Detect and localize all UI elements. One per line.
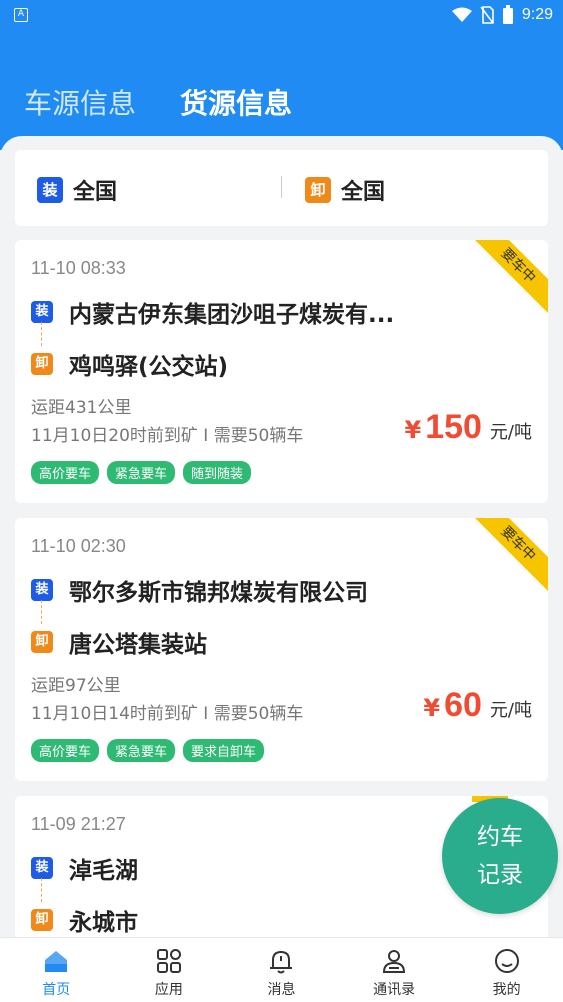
price: ¥ 150 元/吨 bbox=[404, 408, 532, 447]
tag: 高价要车 bbox=[31, 739, 100, 762]
app-notification-icon: A bbox=[14, 8, 28, 22]
tag: 随到随装 bbox=[183, 461, 252, 484]
cargo-card[interactable]: 要车中 11-10 08:33 装 内蒙古伊东集团沙咀子煤炭有... 卸 鸡鸣驿… bbox=[15, 240, 548, 503]
from-place: 内蒙古伊东集团沙咀子煤炭有... bbox=[69, 302, 395, 328]
price-unit: 元/吨 bbox=[489, 422, 532, 443]
nav-label: 应用 bbox=[154, 982, 183, 998]
tag: 紧急要车 bbox=[107, 739, 176, 762]
from-place: 鄂尔多斯市锦邦煤炭有限公司 bbox=[69, 580, 368, 606]
load-badge: 装 bbox=[31, 579, 53, 601]
apps-icon bbox=[156, 949, 181, 973]
price-amount: 60 bbox=[444, 686, 482, 724]
card-time: 11-10 08:33 bbox=[31, 258, 126, 278]
unload-badge: 卸 bbox=[305, 177, 331, 203]
unload-badge: 卸 bbox=[31, 909, 53, 931]
route-to: 卸 唐公塔集装站 bbox=[31, 625, 207, 659]
nav-item-contacts[interactable]: 通讯录 bbox=[338, 938, 451, 1002]
tag-list: 高价要车 紧急要车 要求自卸车 bbox=[31, 739, 265, 762]
route-from: 装 内蒙古伊东集团沙咀子煤炭有... bbox=[31, 295, 394, 329]
nav-item-messages[interactable]: 消息 bbox=[225, 938, 338, 1002]
load-badge: 装 bbox=[37, 177, 63, 203]
load-region-filter[interactable]: 装 全国 bbox=[37, 174, 117, 206]
nav-item-profile[interactable]: 我的 bbox=[450, 938, 563, 1002]
nav-label: 首页 bbox=[42, 982, 71, 998]
status-bar: A 9:29 bbox=[0, 0, 563, 30]
to-place: 永城市 bbox=[69, 910, 138, 936]
nav-label: 我的 bbox=[492, 982, 521, 998]
tab-cargo-info[interactable]: 货源信息 bbox=[180, 82, 292, 122]
route-from: 装 鄂尔多斯市锦邦煤炭有限公司 bbox=[31, 573, 368, 607]
currency-symbol: ¥ bbox=[423, 694, 441, 722]
filter-divider bbox=[281, 176, 282, 198]
fab-line1: 约车 bbox=[477, 824, 523, 850]
header-tabs: 车源信息 货源信息 bbox=[24, 82, 292, 122]
to-place: 鸡鸣驿(公交站) bbox=[69, 354, 229, 380]
no-sim-icon bbox=[480, 6, 494, 24]
price-unit: 元/吨 bbox=[489, 700, 532, 721]
bell-icon bbox=[270, 950, 293, 974]
nav-item-home[interactable]: 首页 bbox=[0, 938, 113, 1002]
to-place: 唐公塔集装站 bbox=[69, 632, 207, 658]
price: ¥ 60 元/吨 bbox=[423, 686, 532, 725]
status-time: 9:29 bbox=[521, 6, 553, 23]
route-connector bbox=[41, 878, 42, 902]
battery-icon bbox=[502, 5, 513, 24]
tag: 紧急要车 bbox=[107, 461, 176, 484]
unload-badge: 卸 bbox=[31, 631, 53, 653]
tag: 要求自卸车 bbox=[183, 739, 265, 762]
nav-label: 通讯录 bbox=[373, 982, 416, 998]
contacts-icon bbox=[383, 950, 406, 973]
cargo-card[interactable]: 要车中 11-10 02:30 装 鄂尔多斯市锦邦煤炭有限公司 卸 唐公塔集装站… bbox=[15, 518, 548, 781]
tab-vehicle-info[interactable]: 车源信息 bbox=[24, 82, 136, 122]
card-time: 11-09 21:27 bbox=[31, 814, 126, 834]
nav-label: 消息 bbox=[267, 982, 296, 998]
unload-badge: 卸 bbox=[31, 353, 53, 375]
bottom-nav: 首页 应用 消息 通讯录 我的 bbox=[0, 937, 563, 1002]
nav-item-apps[interactable]: 应用 bbox=[113, 938, 226, 1002]
wifi-icon bbox=[451, 7, 472, 22]
detail-text: 11月10日20时前到矿 I 需要50辆车 bbox=[31, 426, 304, 446]
status-ribbon: 要车中 bbox=[467, 518, 548, 595]
route-to: 卸 永城市 bbox=[31, 903, 138, 937]
currency-symbol: ¥ bbox=[404, 416, 422, 444]
region-filter: 装 全国 卸 全国 bbox=[15, 150, 548, 226]
from-place: 淖毛湖 bbox=[69, 858, 138, 884]
unload-region-value: 全国 bbox=[341, 180, 386, 205]
unload-region-filter[interactable]: 卸 全国 bbox=[305, 174, 385, 206]
tag: 高价要车 bbox=[31, 461, 100, 484]
route-from: 装 淖毛湖 bbox=[31, 851, 138, 885]
fab-line2: 记录 bbox=[477, 862, 523, 888]
load-region-value: 全国 bbox=[73, 180, 118, 205]
load-badge: 装 bbox=[31, 301, 53, 323]
distance-text: 运距97公里 bbox=[31, 676, 121, 696]
detail-text: 11月10日14时前到矿 I 需要50辆车 bbox=[31, 704, 304, 724]
status-ribbon: 要车中 bbox=[467, 240, 548, 317]
route-connector bbox=[41, 322, 42, 346]
route-to: 卸 鸡鸣驿(公交站) bbox=[31, 347, 228, 381]
card-time: 11-10 02:30 bbox=[31, 536, 126, 556]
home-icon bbox=[45, 951, 68, 972]
route-connector bbox=[41, 600, 42, 624]
price-amount: 150 bbox=[425, 408, 482, 446]
profile-icon bbox=[494, 949, 519, 973]
booking-records-button[interactable]: 约车 记录 bbox=[442, 798, 558, 914]
tag-list: 高价要车 紧急要车 随到随装 bbox=[31, 461, 252, 484]
load-badge: 装 bbox=[31, 857, 53, 879]
distance-text: 运距431公里 bbox=[31, 398, 132, 418]
